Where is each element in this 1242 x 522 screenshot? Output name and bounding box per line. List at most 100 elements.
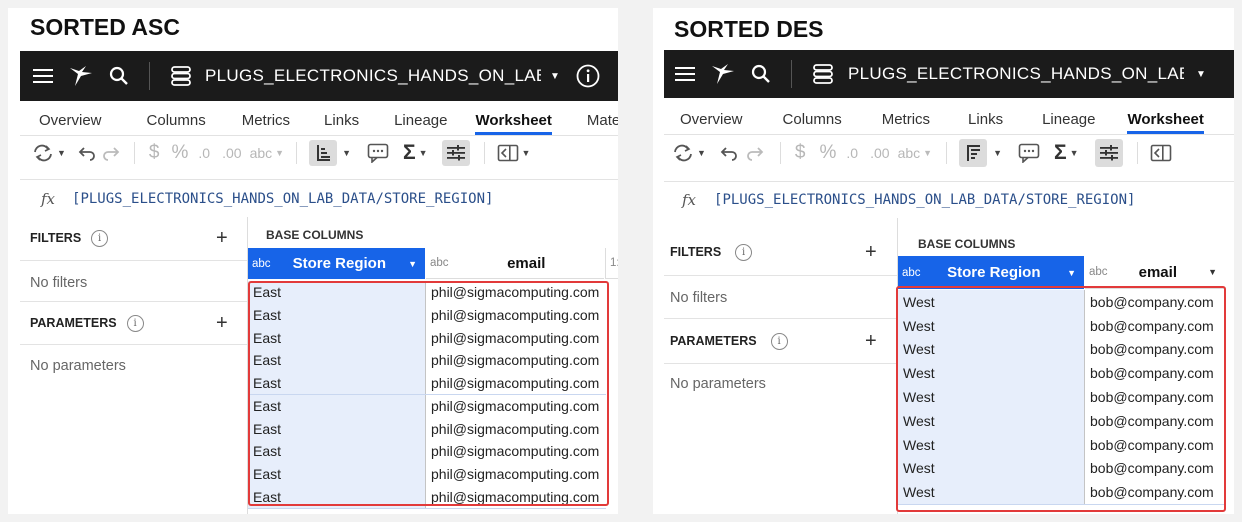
sort-ascending-icon[interactable] xyxy=(309,140,338,166)
column-type-button[interactable]: abc ▼ xyxy=(898,145,933,161)
chevron-down-icon[interactable]: ▼ xyxy=(1067,268,1076,278)
table-row[interactable]: West bob@company.com xyxy=(898,480,1225,506)
tab-worksheet[interactable]: Worksheet xyxy=(1127,111,1204,134)
tab-links[interactable]: Links xyxy=(324,112,359,135)
parameters-info-icon[interactable]: i xyxy=(126,314,144,332)
dataset-name[interactable]: PLUGS_ELECTRONICS_HANDS_ON_LAB_... xyxy=(205,66,541,86)
email-cell[interactable]: phil@sigmacomputing.com xyxy=(426,281,606,304)
store-region-cell[interactable]: West xyxy=(898,337,1085,362)
refresh-icon[interactable]: ▼ xyxy=(32,144,66,162)
email-cell[interactable]: bob@company.com xyxy=(1085,456,1225,481)
column-header-email[interactable]: abc email xyxy=(426,248,604,279)
column-header-store-region[interactable]: abc Store Region ▼ xyxy=(898,256,1084,289)
table-row[interactable]: West bob@company.com xyxy=(898,432,1225,458)
email-cell[interactable]: bob@company.com xyxy=(1085,337,1225,362)
search-icon[interactable] xyxy=(108,66,130,86)
table-row[interactable]: West bob@company.com xyxy=(898,409,1225,434)
undo-icon[interactable] xyxy=(78,145,96,161)
store-region-cell[interactable]: East xyxy=(248,462,426,486)
store-region-cell[interactable]: East xyxy=(248,485,426,508)
refresh-icon[interactable]: ▼ xyxy=(672,144,706,162)
sort-descending-icon[interactable] xyxy=(959,139,988,167)
email-cell[interactable]: phil@sigmacomputing.com xyxy=(426,462,606,486)
chevron-down-icon[interactable]: ▼ xyxy=(550,71,560,82)
increase-decimals-button[interactable]: .00 xyxy=(870,145,889,161)
sort-dropdown-icon[interactable]: ▼ xyxy=(993,148,1002,158)
table-row[interactable]: East phil@sigmacomputing.com xyxy=(248,371,606,396)
hamburger-menu-icon[interactable] xyxy=(32,68,54,84)
export-icon[interactable] xyxy=(1150,144,1172,162)
email-cell[interactable]: bob@company.com xyxy=(1085,480,1225,505)
table-row[interactable]: East phil@sigmacomputing.com xyxy=(248,394,606,419)
formula-bar[interactable]: fx [PLUGS_ELECTRONICS_HANDS_ON_LAB_DATA/… xyxy=(20,179,618,218)
table-row[interactable]: East phil@sigmacomputing.com xyxy=(248,417,606,441)
tab-lineage[interactable]: Lineage xyxy=(394,112,447,135)
store-region-cell[interactable]: West xyxy=(898,361,1085,386)
store-region-cell[interactable]: East xyxy=(248,417,426,440)
email-cell[interactable]: phil@sigmacomputing.com xyxy=(426,326,606,350)
column-header-store-region[interactable]: abc Store Region ▼ xyxy=(248,248,425,279)
table-row[interactable]: East phil@sigmacomputing.com xyxy=(248,485,606,509)
column-type-button[interactable]: abc ▼ xyxy=(250,145,285,161)
store-region-cell[interactable]: West xyxy=(898,385,1085,409)
tab-overview[interactable]: Overview xyxy=(680,111,743,134)
table-row[interactable]: East phil@sigmacomputing.com xyxy=(248,462,606,487)
column-header-next[interactable]: 1: xyxy=(605,248,618,279)
filters-info-icon[interactable]: i xyxy=(91,229,109,247)
tab-columns[interactable]: Columns xyxy=(783,111,842,134)
add-parameter-icon[interactable]: + xyxy=(216,312,228,335)
increase-decimals-button[interactable]: .00 xyxy=(222,145,241,161)
email-cell[interactable]: bob@company.com xyxy=(1085,290,1225,314)
comment-icon[interactable] xyxy=(367,143,389,163)
table-row[interactable]: East phil@sigmacomputing.com xyxy=(248,326,606,351)
chevron-down-icon[interactable]: ▼ xyxy=(408,259,417,269)
tab-metrics[interactable]: Metrics xyxy=(242,112,290,135)
store-region-cell[interactable]: East xyxy=(248,349,426,372)
formula-bar[interactable]: fx [PLUGS_ELECTRONICS_HANDS_ON_LAB_DATA/… xyxy=(664,181,1234,219)
currency-format-button[interactable]: $ xyxy=(149,142,160,164)
info-icon[interactable] xyxy=(576,64,600,88)
decrease-decimals-button[interactable]: .0 xyxy=(846,145,858,161)
decrease-decimals-button[interactable]: .0 xyxy=(198,145,210,161)
email-cell[interactable]: phil@sigmacomputing.com xyxy=(426,394,606,418)
store-region-cell[interactable]: West xyxy=(898,432,1085,457)
store-region-cell[interactable]: East xyxy=(248,439,426,463)
table-row[interactable]: West bob@company.com xyxy=(898,456,1225,482)
email-cell[interactable]: phil@sigmacomputing.com xyxy=(426,439,606,463)
toggle-controls-icon[interactable] xyxy=(441,140,470,166)
tab-worksheet[interactable]: Worksheet xyxy=(475,112,552,135)
store-region-cell[interactable]: East xyxy=(248,281,426,304)
column-header-email[interactable]: abc email ▼ xyxy=(1085,256,1225,289)
email-cell[interactable]: bob@company.com xyxy=(1085,432,1225,457)
store-region-cell[interactable]: West xyxy=(898,409,1085,433)
email-cell[interactable]: bob@company.com xyxy=(1085,361,1225,386)
store-region-cell[interactable]: West xyxy=(898,313,1085,338)
sigma-logo-icon[interactable] xyxy=(710,63,736,85)
table-row[interactable]: East phil@sigmacomputing.com xyxy=(248,303,606,328)
hamburger-menu-icon[interactable] xyxy=(674,66,696,82)
email-cell[interactable]: phil@sigmacomputing.com xyxy=(426,417,606,440)
redo-icon[interactable] xyxy=(746,145,764,161)
store-region-cell[interactable]: West xyxy=(898,290,1085,314)
tab-lineage[interactable]: Lineage xyxy=(1042,111,1095,134)
table-row[interactable]: East phil@sigmacomputing.com xyxy=(248,281,606,305)
email-cell[interactable]: phil@sigmacomputing.com xyxy=(426,485,606,508)
tab-materialization[interactable]: Mate xyxy=(587,112,618,135)
email-cell[interactable]: bob@company.com xyxy=(1085,313,1225,338)
chevron-down-icon[interactable]: ▼ xyxy=(1208,267,1217,277)
table-row[interactable]: East phil@sigmacomputing.com xyxy=(248,439,606,464)
store-region-cell[interactable]: East xyxy=(248,394,426,418)
currency-format-button[interactable]: $ xyxy=(795,142,806,164)
comment-icon[interactable] xyxy=(1018,143,1040,163)
add-parameter-icon[interactable]: + xyxy=(865,330,877,353)
store-region-cell[interactable]: East xyxy=(248,303,426,327)
table-row[interactable]: West bob@company.com xyxy=(898,313,1225,339)
email-cell[interactable]: bob@company.com xyxy=(1085,409,1225,433)
parameters-info-icon[interactable]: i xyxy=(770,332,788,350)
sort-dropdown-icon[interactable]: ▼ xyxy=(342,148,351,158)
email-cell[interactable]: phil@sigmacomputing.com xyxy=(426,349,606,372)
percent-format-button[interactable]: % xyxy=(172,142,189,164)
toggle-controls-icon[interactable] xyxy=(1094,139,1123,167)
store-region-cell[interactable]: East xyxy=(248,326,426,350)
filters-info-icon[interactable]: i xyxy=(735,243,753,261)
